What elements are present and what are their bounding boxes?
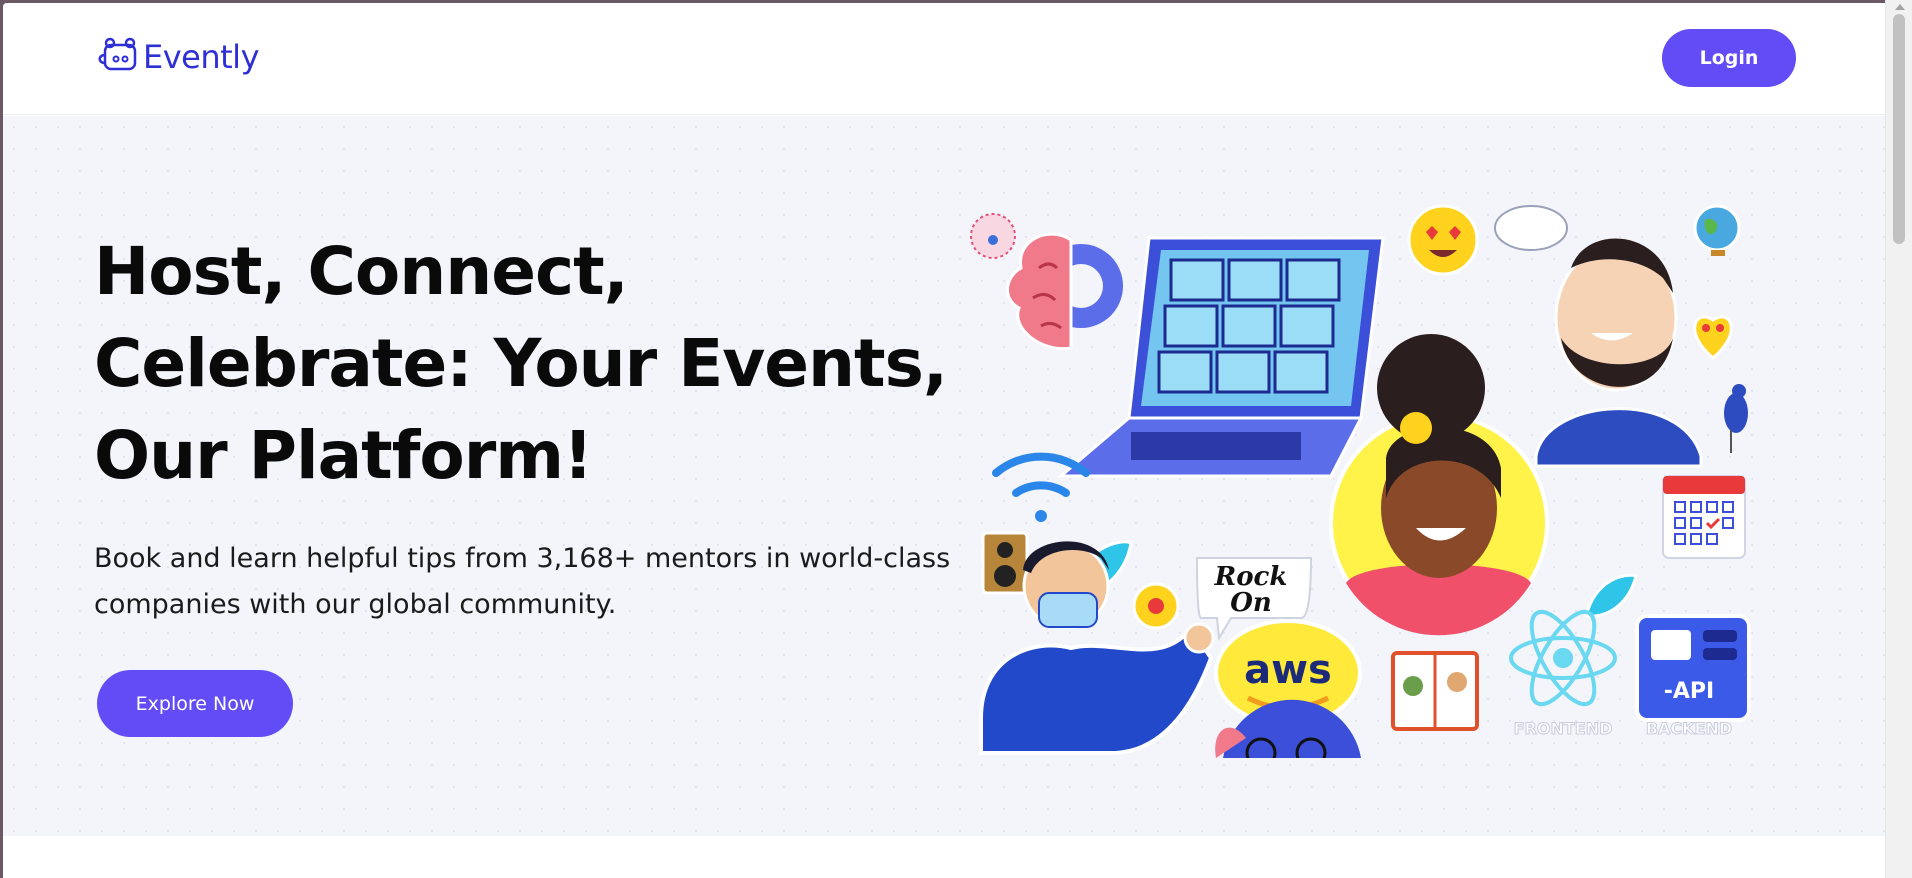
logo-icon — [96, 37, 140, 77]
react-frontend-icon — [1509, 609, 1617, 707]
hero-title-line-2: Celebrate: Your Events, — [94, 325, 948, 402]
peacock-icon — [970, 213, 1016, 259]
hero-illustration: Rock On aws FRONTEND -API BACKEND — [970, 204, 1751, 758]
heart-emoji-icon — [1693, 315, 1733, 360]
calendar-icon — [1662, 475, 1746, 559]
brand-logo[interactable]: Evently — [96, 37, 260, 77]
page-scrollbar[interactable] — [1885, 0, 1912, 878]
aws-label: aws — [1244, 647, 1332, 693]
top-navbar: Evently Login — [3, 3, 1885, 115]
logo-text: Evently — [143, 38, 260, 76]
heart-eyes-emoji-icon — [1407, 204, 1479, 276]
wifi-icon — [992, 452, 1090, 522]
hero-title-line-3: Our Platform! — [94, 417, 593, 494]
scroll-up-arrow-icon[interactable] — [1895, 4, 1905, 10]
scrollbar-thumb[interactable] — [1893, 14, 1905, 244]
api-label: -API — [1664, 679, 1714, 704]
explore-now-button[interactable]: Explore Now — [97, 670, 293, 737]
hero-subtitle-line-1: Book and learn helpful tips from 3,168+ … — [94, 543, 951, 574]
flower-icon — [1132, 582, 1180, 630]
leaf-icon-right — [1584, 573, 1638, 618]
bearded-man-illustration — [1534, 238, 1703, 468]
login-button[interactable]: Login — [1662, 29, 1796, 87]
browser-viewport: Evently Login Host, Connect, Celebrate: … — [3, 3, 1885, 878]
backend-label: BACKEND — [1646, 719, 1732, 738]
api-backend-icon: -API — [1635, 614, 1751, 722]
rock-on-line-2: On — [1230, 588, 1272, 618]
bird-icon — [1724, 384, 1748, 453]
next-section — [3, 836, 1885, 878]
hero-title-line-1: Host, Connect, — [94, 233, 629, 310]
hero-section: Host, Connect, Celebrate: Your Events, O… — [3, 116, 1885, 836]
brain-gear-icon — [1006, 232, 1123, 351]
hero-subtitle-line-2: companies with our global community. — [94, 589, 617, 620]
book-icon — [1391, 651, 1479, 731]
frontend-label: FRONTEND — [1514, 719, 1613, 738]
speaker-icon — [981, 531, 1029, 595]
hero-subtitle: Book and learn helpful tips from 3,168+ … — [94, 536, 974, 628]
speech-bubble-icon — [1494, 205, 1568, 251]
hero-title: Host, Connect, Celebrate: Your Events, O… — [94, 226, 954, 502]
globe-icon — [1693, 204, 1741, 256]
